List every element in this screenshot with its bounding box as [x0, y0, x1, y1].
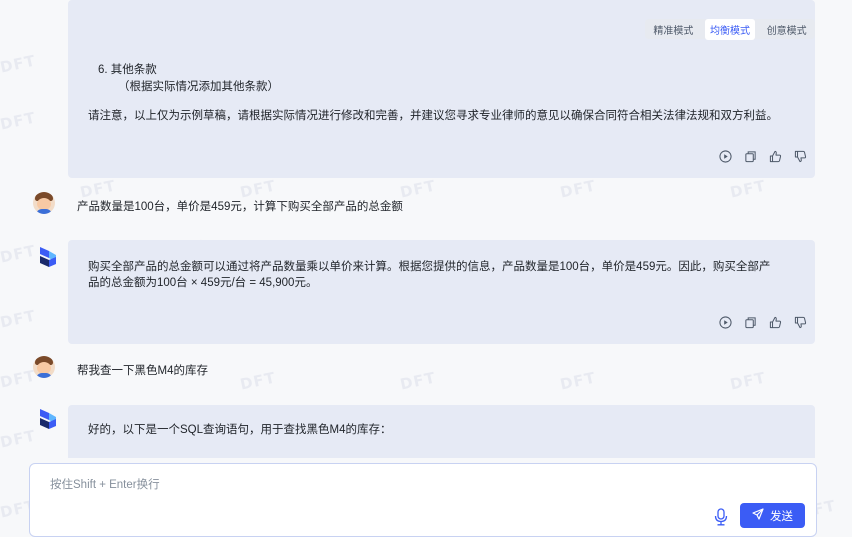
user-message: 产品数量是100台，单价是459元，计算下购买全部产品的总金额	[77, 201, 403, 213]
play-circle-icon[interactable]	[719, 316, 732, 329]
mode-balanced-tab[interactable]: 均衡模式	[704, 18, 755, 40]
play-circle-icon[interactable]	[719, 150, 732, 163]
chat-input-box: 发送	[29, 463, 817, 537]
mode-switch: 精准模式 均衡模式 创意模式	[645, 18, 815, 40]
bot-message: 好的，以下是一个SQL查询语句，用于查找黑色M4的库存：	[68, 405, 815, 458]
bot-avatar	[38, 246, 58, 268]
clause-title: 6. 其他条款	[98, 64, 157, 76]
chat-area[interactable]: 6. 其他条款 （根据实际情况添加其他条款） 请注意，以上仅为示例草稿，请根据实…	[0, 0, 852, 458]
thumbs-up-icon[interactable]	[769, 150, 782, 163]
bot-answer-line-1: 购买全部产品的总金额可以通过将产品数量乘以单价来计算。根据您提供的信息，产品数量…	[88, 261, 771, 273]
clause-note: （根据实际情况添加其他条款）	[118, 81, 279, 93]
mode-creative-tab[interactable]: 创意模式	[762, 19, 812, 40]
notice-text: 请注意，以上仅为示例草稿，请根据实际情况进行修改和完善，并建议您寻求专业律师的意…	[88, 110, 778, 122]
bot-answer: 好的，以下是一个SQL查询语句，用于查找黑色M4的库存：	[88, 424, 392, 436]
bot-answer-line-2: 品的总金额为100台 × 459元/台 = 45,900元。	[88, 277, 318, 289]
message-actions	[719, 316, 807, 329]
thumbs-down-icon[interactable]	[794, 150, 807, 163]
bot-message: 购买全部产品的总金额可以通过将产品数量乘以单价来计算。根据您提供的信息，产品数量…	[68, 240, 815, 344]
user-avatar	[33, 192, 55, 214]
copy-icon[interactable]	[744, 150, 757, 163]
user-message: 帮我查一下黑色M4的库存	[77, 365, 208, 377]
microphone-icon[interactable]	[714, 508, 728, 526]
thumbs-down-icon[interactable]	[794, 316, 807, 329]
send-icon	[752, 508, 764, 523]
thumbs-up-icon[interactable]	[769, 316, 782, 329]
mode-precise-tab[interactable]: 精准模式	[648, 19, 698, 40]
message-actions	[719, 150, 807, 163]
bot-avatar	[38, 408, 58, 430]
send-button[interactable]: 发送	[740, 503, 805, 528]
user-avatar	[33, 356, 55, 378]
chat-input[interactable]	[50, 476, 650, 494]
send-label: 发送	[770, 510, 793, 523]
copy-icon[interactable]	[744, 316, 757, 329]
